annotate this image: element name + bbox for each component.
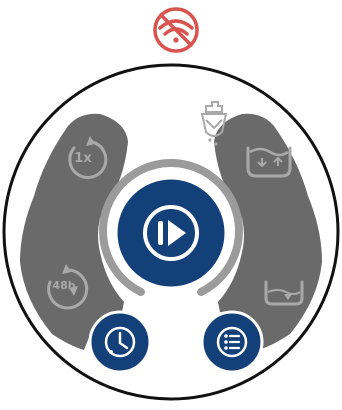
repeat-48h-label: 48h	[52, 279, 75, 292]
play-button[interactable]	[112, 174, 230, 292]
control-dial: 1x 48h	[2, 7, 340, 401]
repeat-once-label: 1x	[74, 151, 92, 166]
menu-button[interactable]	[200, 310, 264, 374]
device-control-screen: 1x 48h	[0, 0, 342, 410]
wifi-off-icon	[153, 7, 199, 53]
schedule-button[interactable]	[88, 310, 152, 374]
